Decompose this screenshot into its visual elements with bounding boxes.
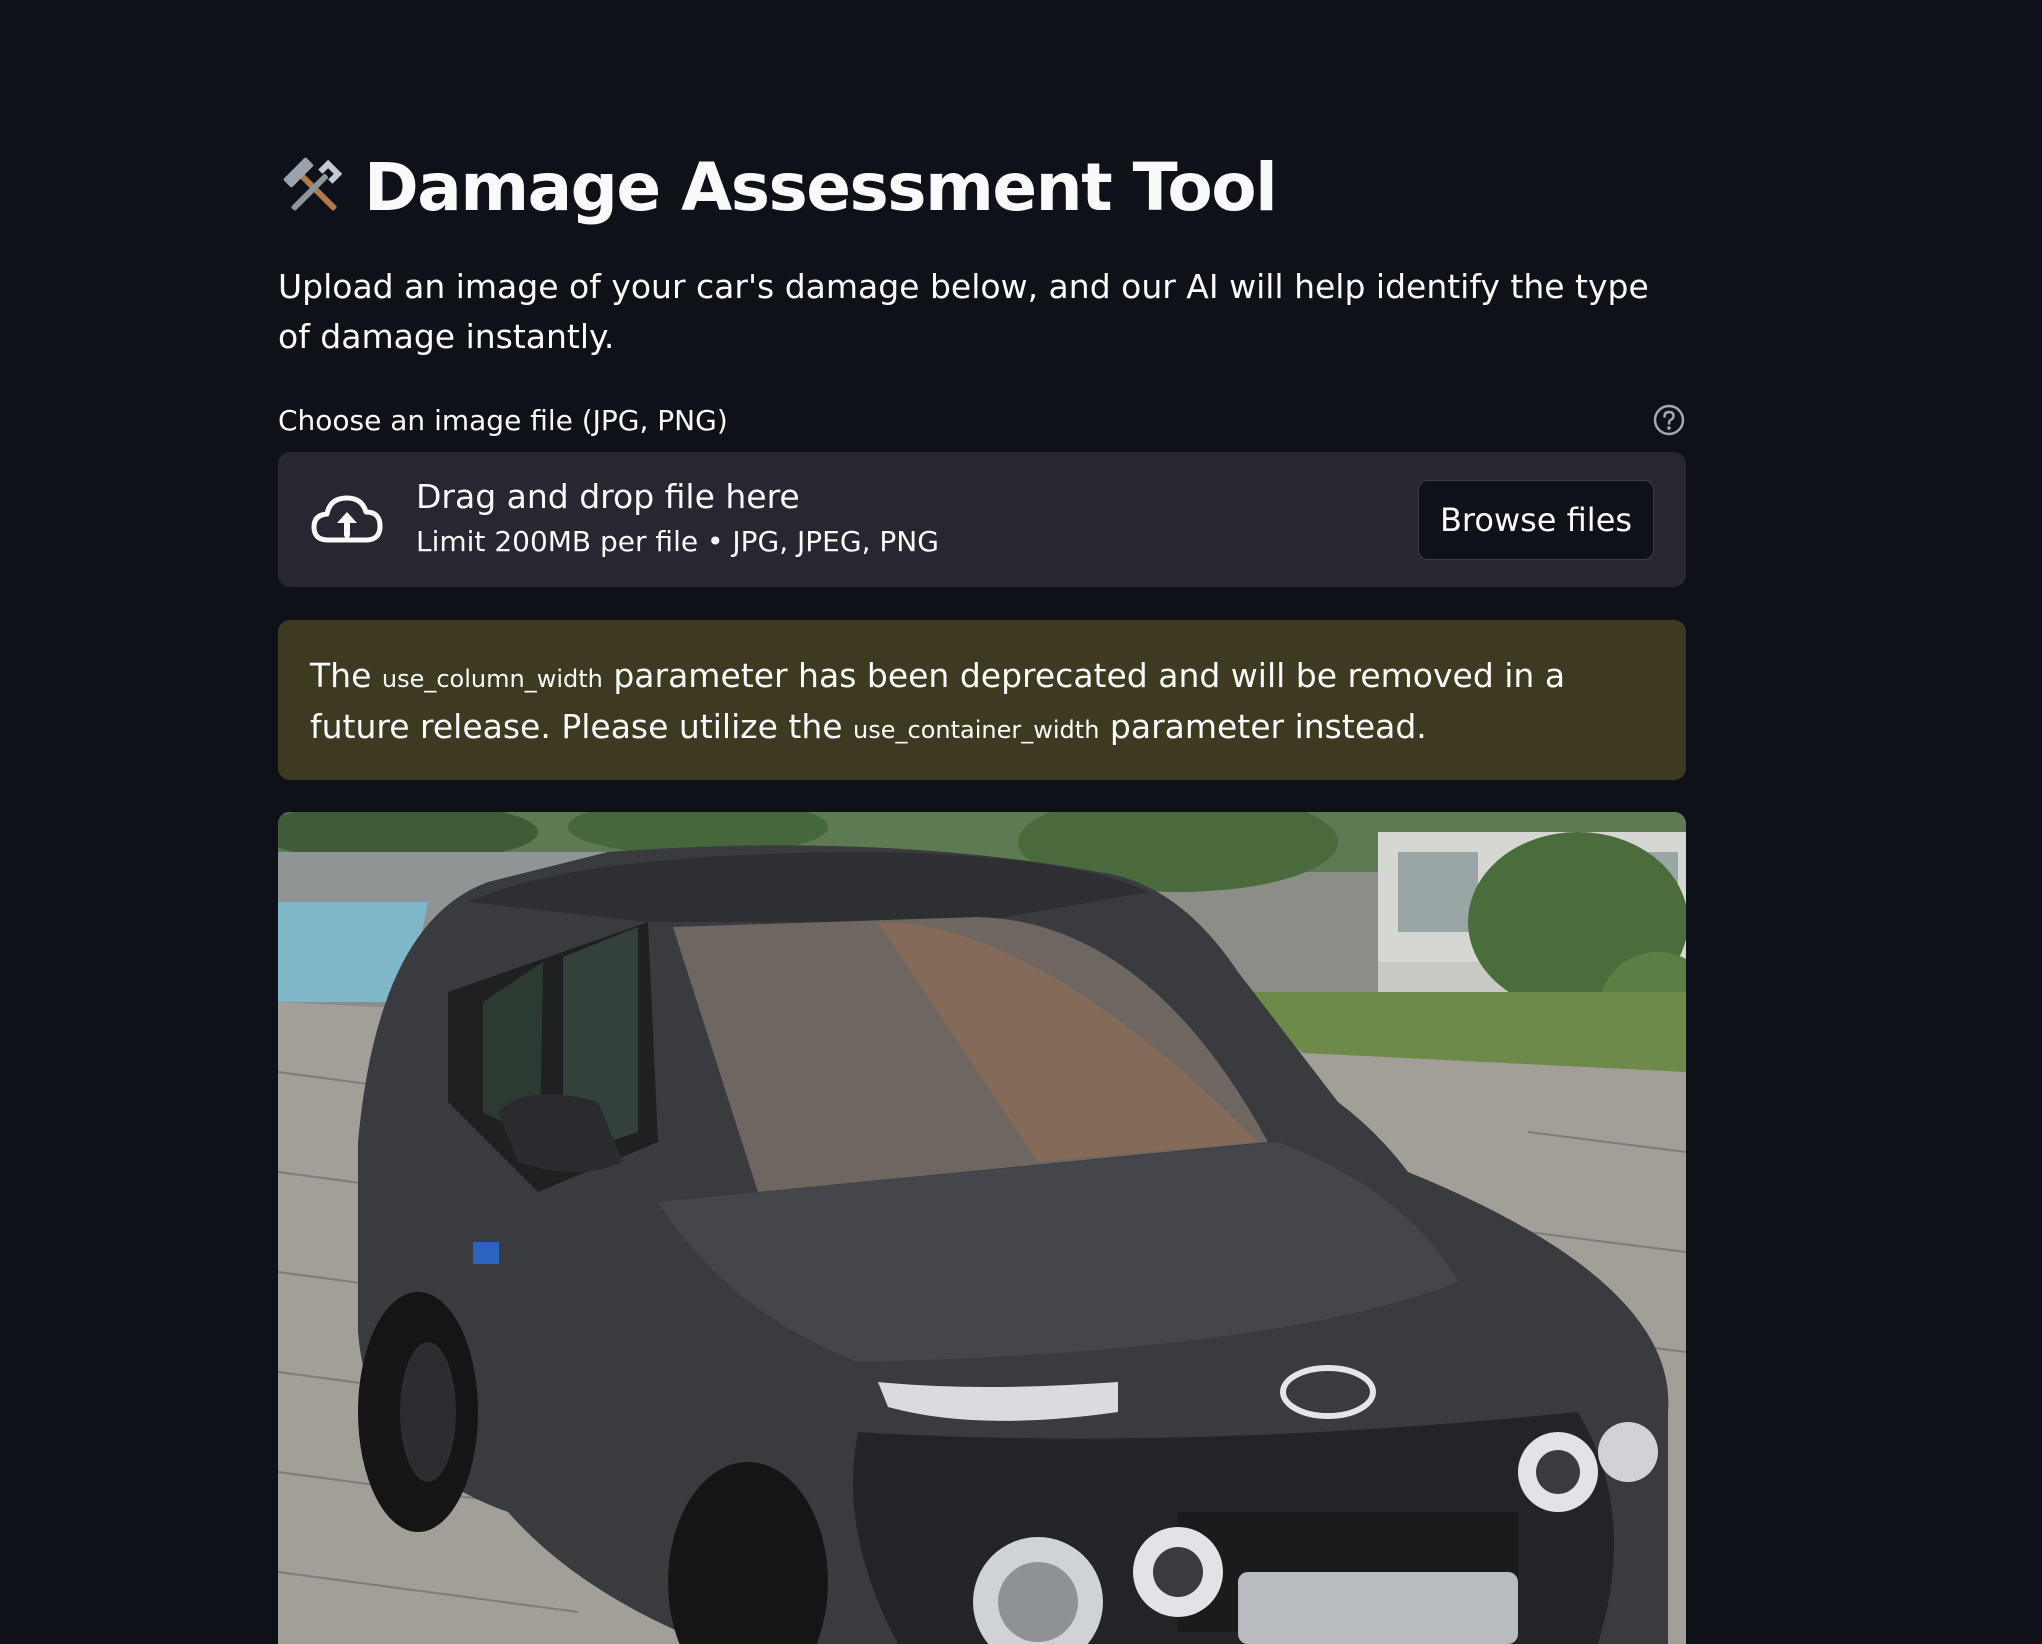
hammer-and-wrench-icon (278, 152, 350, 224)
page-title: Damage Assessment Tool (364, 149, 1278, 226)
browse-files-button[interactable]: Browse files (1418, 480, 1654, 560)
dropzone-limit: Limit 200MB per file • JPG, JPEG, PNG (416, 525, 939, 558)
uploader-label: Choose an image file (JPG, PNG) (278, 403, 728, 437)
uploaded-car-image (278, 812, 1686, 1644)
cloud-upload-icon (308, 490, 386, 550)
dropzone-instruction: Drag and drop file here (416, 477, 800, 516)
intro-text: Upload an image of your car's damage bel… (278, 267, 1649, 356)
question-circle-icon[interactable] (1652, 403, 1686, 437)
file-dropzone[interactable]: Drag and drop file here Limit 200MB per … (278, 452, 1686, 587)
warning-code: use_container_width (853, 716, 1100, 744)
page-header: Damage Assessment Tool (278, 140, 1278, 236)
warning-text: The (310, 656, 382, 695)
dropzone-text: Drag and drop file here Limit 200MB per … (416, 474, 939, 564)
warning-text: parameter instead. (1099, 707, 1427, 746)
warning-code: use_column_width (381, 665, 603, 693)
uploader-label-row: Choose an image file (JPG, PNG) (278, 396, 1686, 444)
deprecation-warning: The use_column_width parameter has been … (278, 620, 1686, 780)
